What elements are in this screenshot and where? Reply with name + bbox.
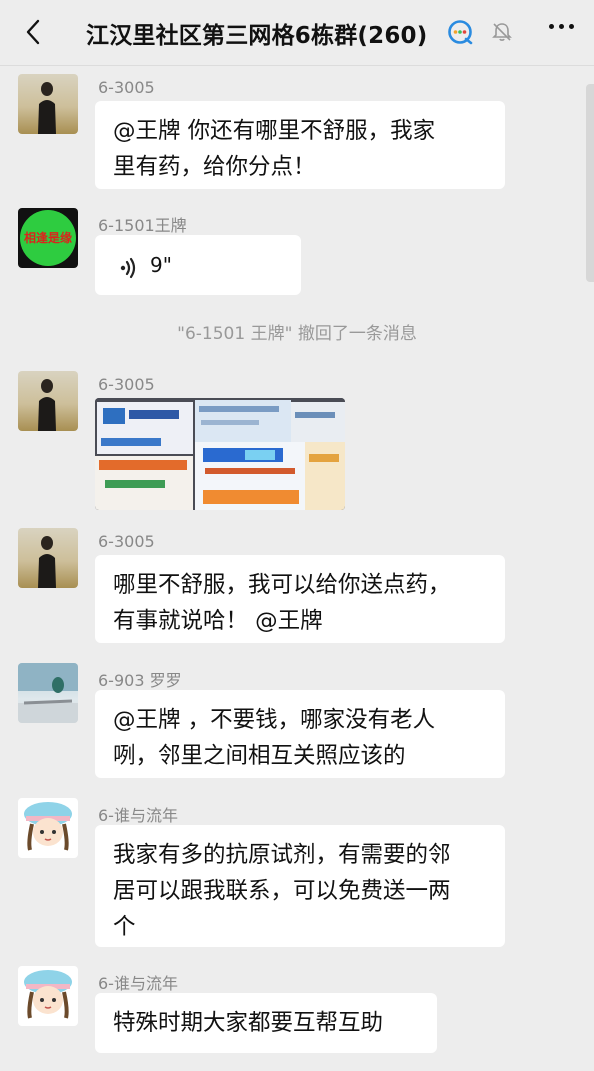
message-line: 特殊时期大家都要互帮互助 [113,1010,384,1036]
message-bubble[interactable]: @王牌 ，不要钱，哪家没有老人 咧，邻里之间相互关照应该的 [95,690,505,778]
sender-name: 6-3005 [98,375,155,394]
avatar-man-in-field[interactable] [18,528,78,588]
bell-muted-icon [491,21,513,47]
message-bubble[interactable]: 我家有多的抗原试剂，有需要的邻 居可以跟我联系，可以免费送一两 个 [95,825,505,947]
message-line: 里有药，给你分点！ [113,154,316,180]
message-line: 哪里不舒服，我可以给你送点药， [113,572,451,598]
message-line: @王牌 你还有哪里不舒服，我家 [113,118,436,144]
avatar-man-in-field[interactable] [18,74,78,134]
more-dots-icon[interactable] [549,24,574,29]
scrollbar[interactable] [586,84,594,282]
message-line: 咧，邻里之间相互关照应该的 [113,743,406,769]
message-bubble[interactable]: 特殊时期大家都要互帮互助 [95,993,437,1053]
sender-name: 6-谁与流年 [98,974,178,993]
recall-notice: "6-1501 王牌" 撤回了一条消息 [177,324,417,344]
sender-name: 6-3005 [98,532,155,551]
message-bubble[interactable]: @王牌 你还有哪里不舒服，我家 里有药，给你分点！ [95,101,505,189]
avatar-text: 相逢是缘 [23,231,72,245]
avatar-sports-scene[interactable] [18,663,78,723]
avatar-man-in-field[interactable] [18,371,78,431]
message-line: 个 [113,914,136,940]
message-line: 我家有多的抗原试剂，有需要的邻 [113,842,451,868]
sender-name: 6-1501王牌 [98,216,187,235]
sender-name: 6-谁与流年 [98,806,178,825]
back-arrow-icon[interactable] [18,17,48,47]
avatar-green-circle[interactable]: 相逢是缘 [18,208,78,268]
chat-title: 江汉里社区第三网格6栋群(260) [86,23,428,49]
chat-header: 江汉里社区第三网格6栋群(260) [0,0,594,66]
message-line: @王牌 ，不要钱，哪家没有老人 [113,707,436,733]
message-line: 有事就说哈！ @王牌 [113,608,323,634]
avatar-cartoon-girl[interactable] [18,966,78,1026]
sender-name: 6-903 罗罗 [98,671,182,690]
avatar-cartoon-girl[interactable] [18,798,78,858]
message-bubble[interactable]: 哪里不舒服，我可以给你送点药， 有事就说哈！ @王牌 [95,555,505,643]
sender-name: 6-3005 [98,78,155,97]
voice-duration: 9" [150,253,172,277]
voice-wave-icon [119,254,139,290]
message-line: 居可以跟我联系，可以免费送一两 [113,878,451,904]
medicine-boxes-photo[interactable] [95,398,345,510]
group-chat-icon[interactable] [446,19,482,51]
voice-message-bubble[interactable]: 9" [95,235,301,295]
